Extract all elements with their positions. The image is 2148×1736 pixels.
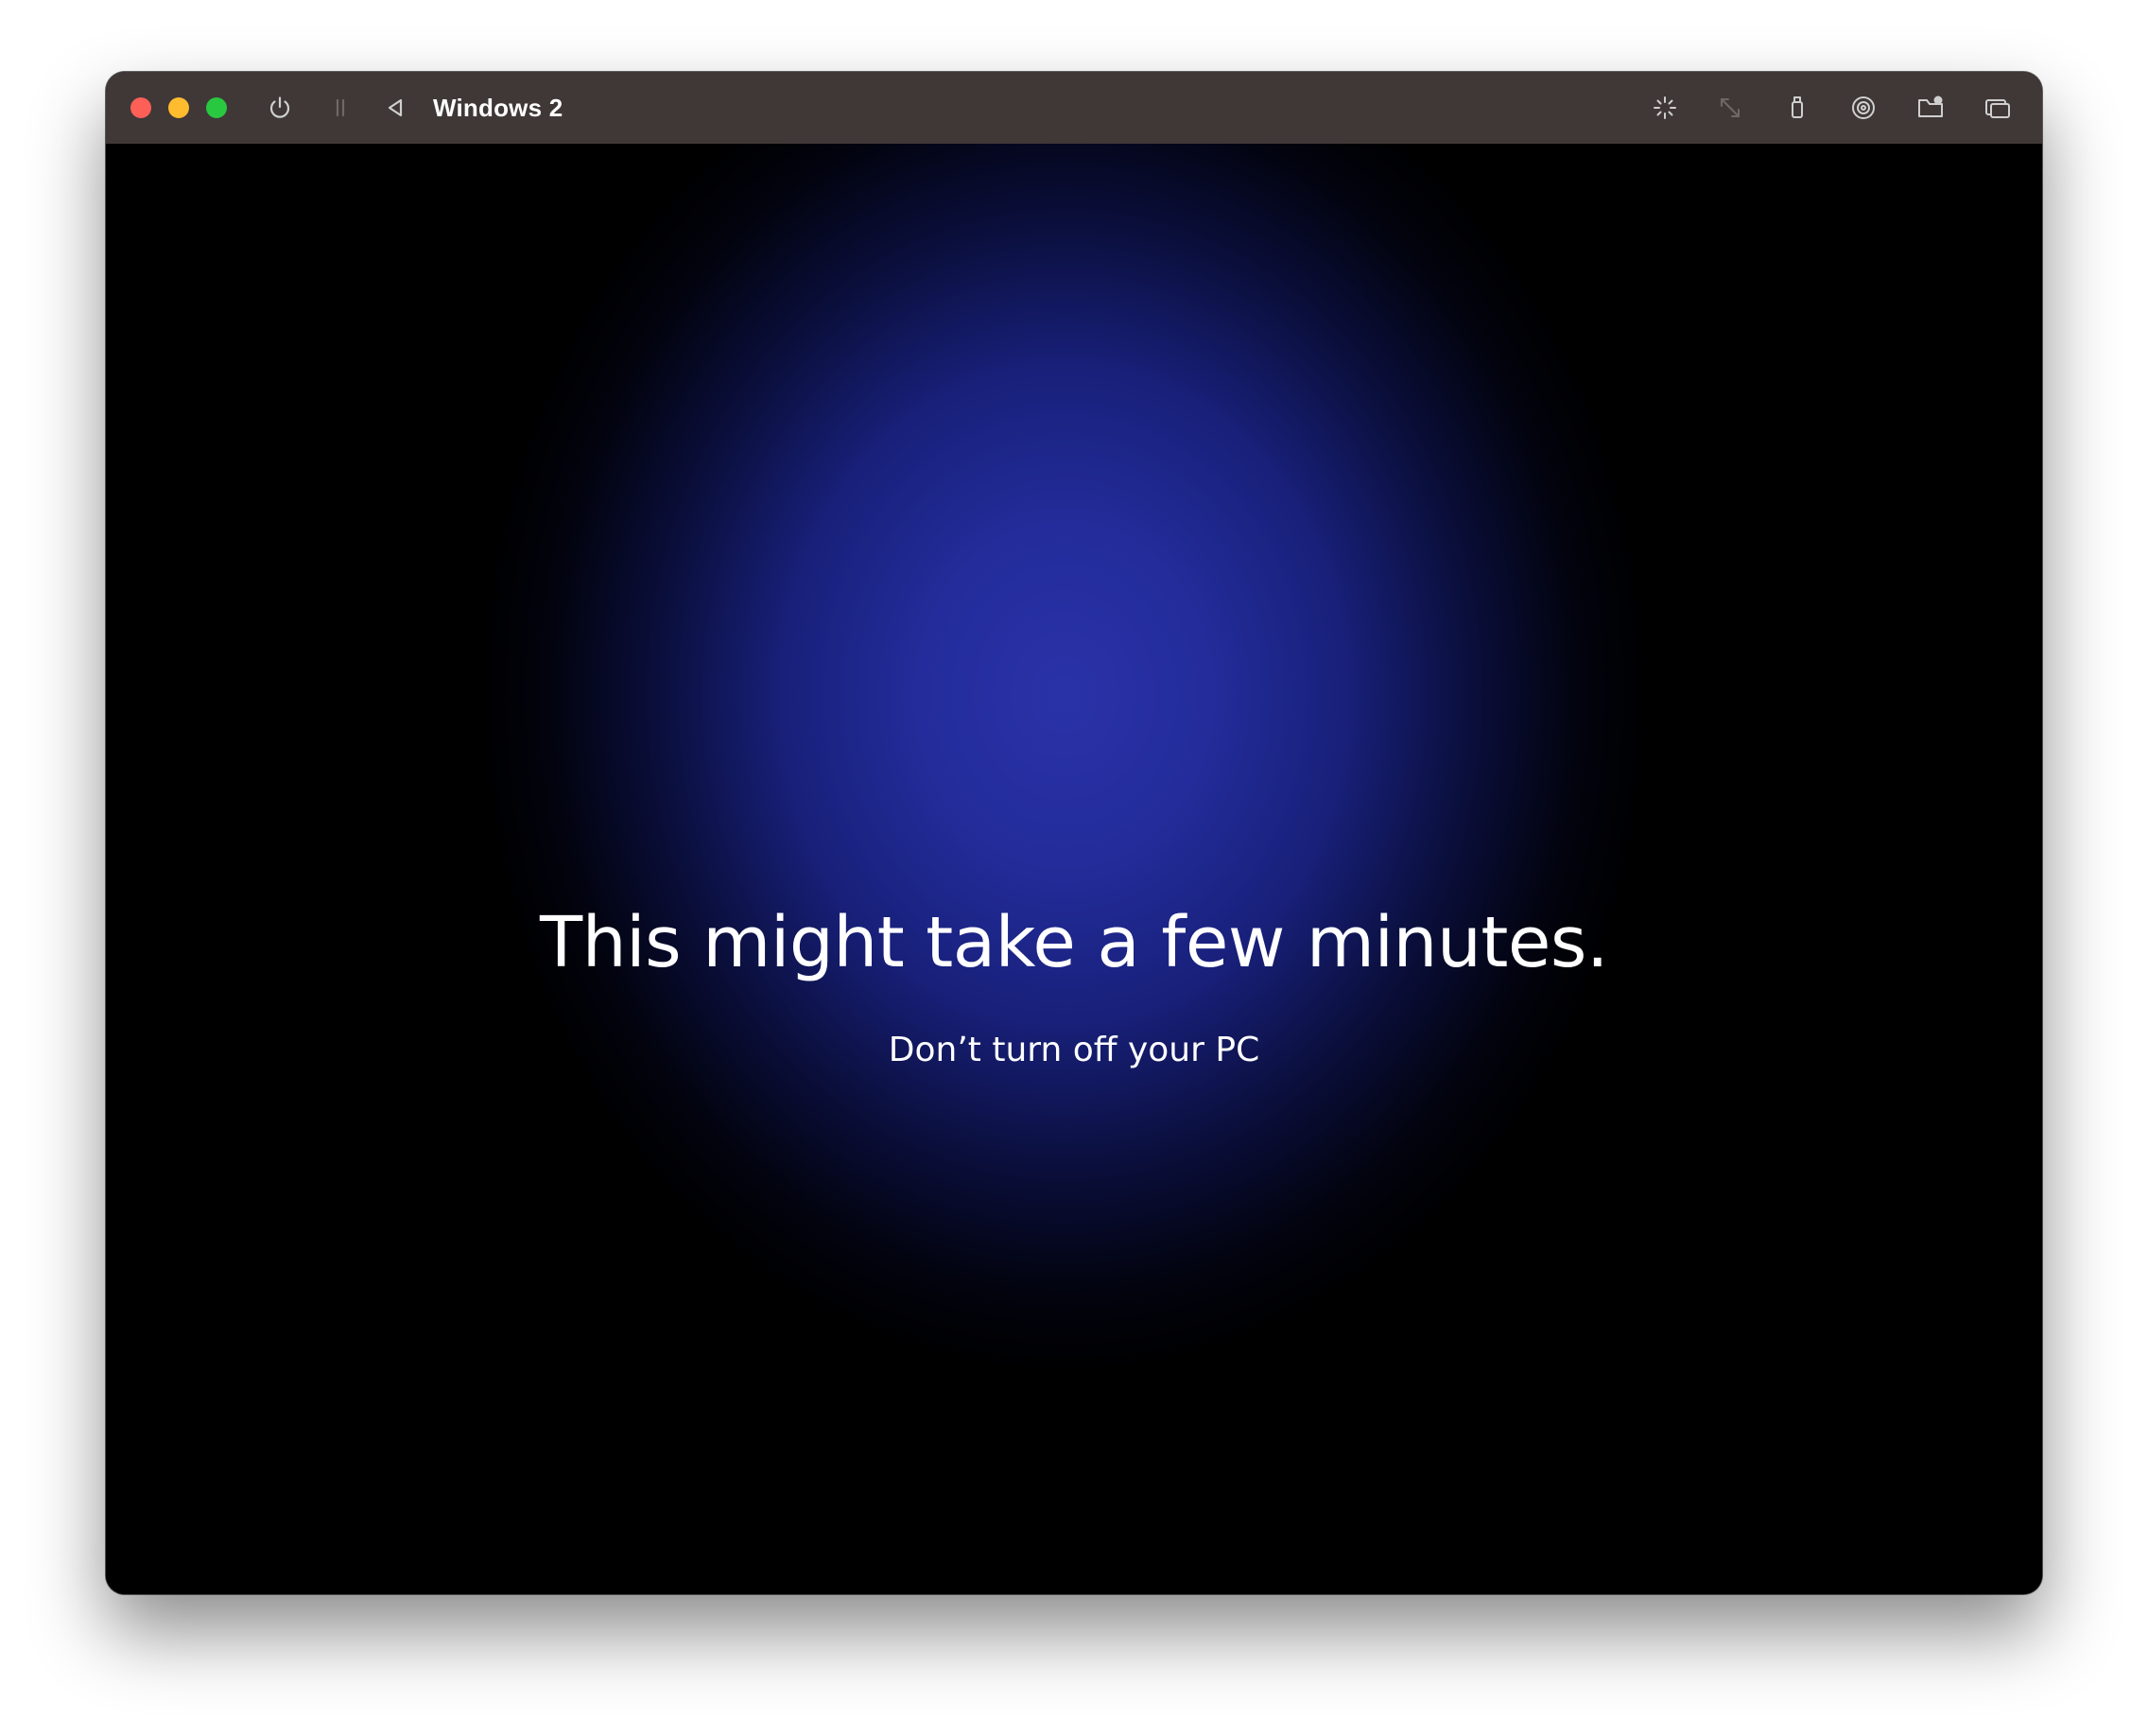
vm-display[interactable]: This might take a few minutes. Don’t tur… [106, 144, 2042, 1594]
windows-icon[interactable] [1981, 91, 2015, 125]
back-icon[interactable] [378, 91, 412, 125]
setup-subline: Don’t turn off your PC [888, 1031, 1260, 1069]
disc-icon[interactable] [1846, 91, 1880, 125]
power-icon[interactable] [263, 91, 297, 125]
resize-icon[interactable] [1713, 91, 1747, 125]
title-bar[interactable]: Windows 2 [106, 72, 2042, 144]
minimize-button[interactable] [168, 97, 189, 118]
zoom-button[interactable] [206, 97, 227, 118]
vm-window: Windows 2 This might take a few minutes.… [106, 72, 2042, 1594]
brightness-icon[interactable] [1648, 91, 1682, 125]
close-button[interactable] [130, 97, 151, 118]
shared-folder-icon[interactable] [1914, 91, 1948, 125]
pause-icon[interactable] [323, 91, 357, 125]
usb-icon[interactable] [1780, 91, 1814, 125]
setup-headline: This might take a few minutes. [540, 902, 1608, 983]
window-title: Windows 2 [433, 94, 563, 122]
